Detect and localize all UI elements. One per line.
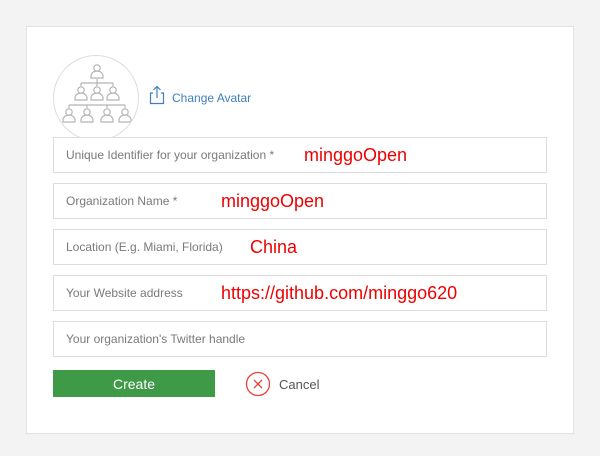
change-avatar-link[interactable]: Change Avatar: [149, 85, 251, 105]
location-field[interactable]: Location (E.g. Miami, Florida) China: [53, 229, 547, 265]
location-placeholder: Location (E.g. Miami, Florida): [66, 240, 223, 254]
location-value: China: [250, 236, 298, 257]
unique-identifier-placeholder: Unique Identifier for your organization …: [66, 148, 275, 162]
twitter-handle-field[interactable]: Your organization's Twitter handle: [53, 321, 547, 357]
unique-identifier-value: minggoOpen: [304, 144, 408, 165]
organization-name-field[interactable]: Organization Name * minggoOpen: [53, 183, 547, 219]
change-avatar-label: Change Avatar: [172, 91, 252, 105]
close-circle-icon: [245, 371, 271, 397]
organization-name-placeholder: Organization Name *: [66, 194, 178, 208]
website-placeholder: Your Website address: [66, 286, 183, 300]
upload-icon: [149, 85, 165, 105]
organization-hierarchy-icon: [62, 64, 132, 123]
cancel-button[interactable]: Cancel: [245, 370, 319, 398]
twitter-handle-placeholder: Your organization's Twitter handle: [66, 332, 246, 346]
cancel-label: Cancel: [279, 376, 320, 392]
website-field[interactable]: Your Website address https://github.com/…: [53, 275, 547, 311]
unique-identifier-field[interactable]: Unique Identifier for your organization …: [53, 137, 547, 173]
organization-name-value: minggoOpen: [221, 190, 325, 211]
website-value: https://github.com/minggo620: [221, 282, 458, 303]
organization-form-card: Change Avatar Unique Identifier for your…: [26, 26, 574, 434]
create-button[interactable]: Create: [53, 370, 215, 397]
avatar[interactable]: [53, 55, 139, 141]
